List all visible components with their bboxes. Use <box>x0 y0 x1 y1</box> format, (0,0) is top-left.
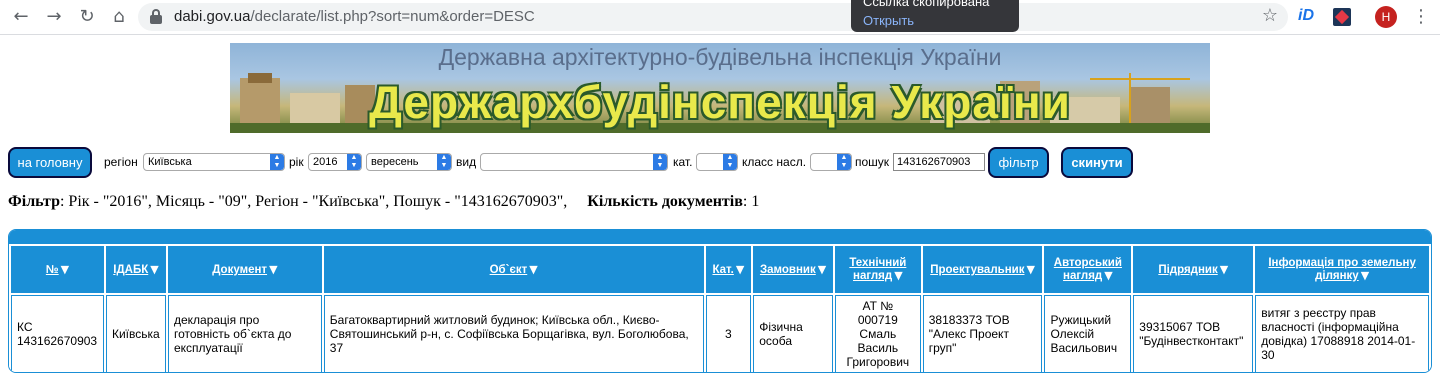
col-header-idabk[interactable]: ІДАБК ▼ <box>105 246 166 293</box>
class-label: класс насл. <box>742 155 807 169</box>
col-header-land-info[interactable]: Інформація про земельну ділянку ▼ <box>1255 246 1429 293</box>
type-select[interactable]: ▲ ▼ <box>480 153 668 171</box>
type-label: вид <box>456 155 477 169</box>
reload-icon[interactable]: ↻ <box>76 6 98 28</box>
cell-customer: Фізична особа <box>753 295 833 372</box>
col-header-object[interactable]: Об`єкт ▼ <box>323 246 704 293</box>
filter-summary-text: : Рік - "2016", Місяць - "09", Регіон - … <box>59 193 568 210</box>
region-label: регіон <box>104 155 138 169</box>
region-select-value: Київська <box>148 156 192 168</box>
extension-icon[interactable] <box>1333 8 1351 26</box>
sort-down-icon[interactable]: ▼ <box>894 269 902 282</box>
chevron-updown-icon: ▲ ▼ <box>723 154 737 170</box>
col-header-document[interactable]: Документ ▼ <box>167 246 322 293</box>
cell-contractor: 39315067 ТОВ "Будінвестконтакт" <box>1133 295 1254 372</box>
year-select-value: 2016 <box>313 156 338 168</box>
site-banner: Державна архітектурно-будівельна інспекц… <box>230 43 1210 133</box>
table-header-row: № ▼ ІДАБК ▼ Документ ▼ Об`єкт ▼ Кат. ▼ Замовн… <box>11 246 1429 293</box>
sort-down-icon[interactable]: ▼ <box>818 263 826 276</box>
reset-button[interactable]: скинути <box>1061 147 1133 178</box>
sort-down-icon[interactable]: ▼ <box>1220 263 1228 276</box>
id-extension-icon[interactable]: iD <box>1298 7 1314 25</box>
browser-toolbar: ← → ↻ ⌂ dabi.gov.ua/declarate/list.php?s… <box>0 0 1440 35</box>
lock-icon[interactable] <box>150 9 162 24</box>
cell-document: декларація про готовність об`єкта до екс… <box>167 295 322 372</box>
results-table: № ▼ ІДАБК ▼ Документ ▼ Об`єкт ▼ Кат. ▼ Замовн… <box>9 244 1431 372</box>
back-icon[interactable]: ← <box>10 6 32 28</box>
col-header-number[interactable]: № ▼ <box>11 246 104 293</box>
address-bar[interactable]: dabi.gov.ua/declarate/list.php?sort=num&… <box>138 3 1288 31</box>
sort-down-icon[interactable]: ▼ <box>529 263 537 276</box>
results-table-panel: № ▼ ІДАБК ▼ Документ ▼ Об`єкт ▼ Кат. ▼ Замовн… <box>8 229 1432 373</box>
filter-summary: Фільтр: Рік - "2016", Місяць - "09", Рег… <box>8 193 759 211</box>
chevron-updown-icon: ▲ ▼ <box>437 154 451 170</box>
category-select[interactable]: ▲ ▼ <box>696 153 738 171</box>
cell-number: КС 143162670903 <box>11 295 104 372</box>
col-header-category[interactable]: Кат. ▼ <box>705 246 752 293</box>
chevron-updown-icon: ▲ ▼ <box>653 154 667 170</box>
sort-down-icon[interactable]: ▼ <box>736 263 744 276</box>
search-label: пошук <box>855 155 890 169</box>
table-top-bar <box>9 230 1431 244</box>
sort-down-icon[interactable]: ▼ <box>150 263 158 276</box>
document-count-text: : 1 <box>742 193 760 210</box>
cell-land-info: витяг з реєстру прав власності (інформац… <box>1255 295 1429 372</box>
category-label: кат. <box>673 155 693 169</box>
month-select-value: вересень <box>371 156 419 168</box>
sort-down-icon[interactable]: ▼ <box>1026 263 1034 276</box>
class-select[interactable]: ▲ ▼ <box>810 153 852 171</box>
cell-object: Багатоквартирний житловий будинок; Київс… <box>323 295 704 372</box>
cell-designer: 38183373 ТОВ "Алекс Проект груп" <box>922 295 1043 372</box>
url-host: dabi.gov.ua <box>174 8 251 25</box>
sort-down-icon[interactable]: ▼ <box>1361 269 1369 282</box>
chevron-updown-icon: ▲ ▼ <box>270 154 284 170</box>
url-text[interactable]: dabi.gov.ua/declarate/list.php?sort=num&… <box>174 8 535 25</box>
region-select[interactable]: Київська ▲ ▼ <box>143 153 285 171</box>
filter-summary-label: Фільтр <box>8 193 60 210</box>
home-icon[interactable]: ⌂ <box>108 6 130 28</box>
link-copied-toast: Ссылка скопирована Открыть <box>851 0 1019 32</box>
chevron-updown-icon: ▲ ▼ <box>837 154 851 170</box>
url-path: /declarate/list.php?sort=num&order=DESC <box>250 8 535 25</box>
year-select[interactable]: 2016 ▲ ▼ <box>308 153 362 171</box>
cell-idabk: Київська <box>105 295 166 372</box>
col-header-contractor[interactable]: Підрядник ▼ <box>1133 246 1254 293</box>
browser-menu-icon[interactable]: ⋮ <box>1412 6 1430 27</box>
toast-open-link[interactable]: Открыть <box>863 13 914 28</box>
profile-avatar[interactable]: Н <box>1375 6 1397 28</box>
sort-down-icon[interactable]: ▼ <box>61 263 69 276</box>
bookmark-star-icon[interactable]: ☆ <box>1262 5 1278 26</box>
filter-bar: на головну регіон Київська ▲ ▼ рік 2016 ▲ ▼ … <box>0 145 1440 179</box>
sort-down-icon[interactable]: ▼ <box>269 263 277 276</box>
filter-button[interactable]: фільтр <box>988 147 1049 178</box>
col-header-author-supervision[interactable]: Авторський нагляд ▼ <box>1044 246 1132 293</box>
table-row: КС 143162670903 Київська декларація про … <box>11 295 1429 372</box>
document-count-label: Кількість документів <box>587 193 743 210</box>
cell-category: 3 <box>705 295 752 372</box>
cell-author-supervision: Ружицький Олексій Васильович <box>1044 295 1132 372</box>
chevron-updown-icon: ▲ ▼ <box>347 154 361 170</box>
banner-subtitle: Державна архітектурно-будівельна інспекц… <box>438 44 1002 70</box>
col-header-designer[interactable]: Проектувальник ▼ <box>922 246 1043 293</box>
toast-title: Ссылка скопирована <box>863 0 990 9</box>
cell-technical-supervision: АТ № 000719 Смаль Василь Григорович <box>834 295 921 372</box>
forward-icon[interactable]: → <box>43 6 65 28</box>
sort-down-icon[interactable]: ▼ <box>1104 269 1112 282</box>
home-button[interactable]: на головну <box>8 147 92 178</box>
year-label: рік <box>289 155 304 169</box>
col-header-customer[interactable]: Замовник ▼ <box>753 246 833 293</box>
banner-title: Держархбудінспекція України <box>369 76 1071 128</box>
search-input[interactable]: 143162670903 <box>893 153 985 171</box>
col-header-technical-supervision[interactable]: Технічний нагляд ▼ <box>834 246 921 293</box>
month-select[interactable]: вересень ▲ ▼ <box>366 153 452 171</box>
